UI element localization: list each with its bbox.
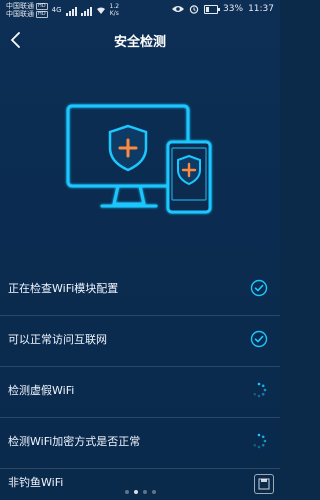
check-label: 可以正常访问互联网	[8, 333, 107, 346]
clock: 11:37	[248, 4, 274, 14]
alarm-icon	[189, 5, 199, 14]
wifi-icon	[96, 6, 105, 14]
save-icon	[258, 478, 270, 490]
eye-icon	[172, 6, 185, 12]
carrier-row-2: 中国联通 HD	[6, 10, 48, 18]
check-row-phishing: 非钓鱼WiFi	[0, 469, 280, 489]
battery-fill	[206, 6, 210, 12]
network-speed: 1.2 K/s	[110, 3, 120, 17]
security-illustration	[66, 104, 212, 214]
page-title: 安全检测	[113, 35, 166, 50]
status-left: 中国联通 HD 中国联通 HD 4G 1.2 K/s	[6, 2, 119, 18]
monitor-shield-icon	[108, 124, 148, 172]
check-list: 正在检查WiFi模块配置 可以正常访问互联网 检测虚假WiFi 检测WiFi加密…	[0, 265, 280, 489]
check-label: 检测虚假WiFi	[8, 384, 75, 397]
check-row-fake-wifi: 检测虚假WiFi	[0, 367, 280, 418]
pager-dot	[124, 490, 129, 494]
check-circle-icon	[250, 279, 268, 297]
spinner-icon	[253, 433, 267, 449]
check-row-encryption: 检测WiFi加密方式是否正常	[0, 418, 280, 469]
check-row-internet: 可以正常访问互联网	[0, 316, 280, 367]
check-row-wifi-module: 正在检查WiFi模块配置	[0, 265, 280, 316]
check-label: 非钓鱼WiFi	[8, 476, 64, 489]
carrier-2-tag: HD	[36, 10, 48, 18]
speed-unit: K/s	[109, 10, 119, 17]
signal-icon	[65, 4, 77, 16]
carrier-row-1: 中国联通 HD	[6, 2, 48, 10]
floating-save-button[interactable]	[254, 474, 274, 494]
carrier-1-name: 中国联通	[6, 2, 34, 10]
speed-value: 1.2	[109, 3, 120, 10]
battery-percent: 33%	[223, 4, 244, 14]
spinner-icon	[253, 382, 267, 398]
pager-dot	[142, 490, 147, 494]
status-right: 33% 11:37	[172, 4, 274, 14]
phone-shield-icon	[177, 154, 201, 186]
top-bar: 安全检测	[0, 26, 280, 56]
status-bar: 中国联通 HD 中国联通 HD 4G 1.2 K/s 33% 11:37	[0, 0, 280, 22]
pager-dot-active	[133, 490, 138, 494]
signal-icon-2	[80, 4, 92, 16]
security-check-screen: 中国联通 HD 中国联通 HD 4G 1.2 K/s 33% 11:37 安全检…	[0, 0, 280, 500]
carrier-2-name: 中国联通	[6, 10, 34, 18]
network-type: 4G	[51, 6, 62, 14]
battery-icon	[204, 4, 221, 14]
pager-dot	[151, 490, 156, 494]
check-label: 正在检查WiFi模块配置	[8, 282, 119, 295]
pager-dots	[0, 490, 280, 494]
carrier-info: 中国联通 HD 中国联通 HD	[6, 2, 48, 18]
check-label: 检测WiFi加密方式是否正常	[8, 435, 141, 448]
check-circle-icon	[250, 330, 268, 348]
carrier-1-tag: HD	[36, 2, 48, 10]
